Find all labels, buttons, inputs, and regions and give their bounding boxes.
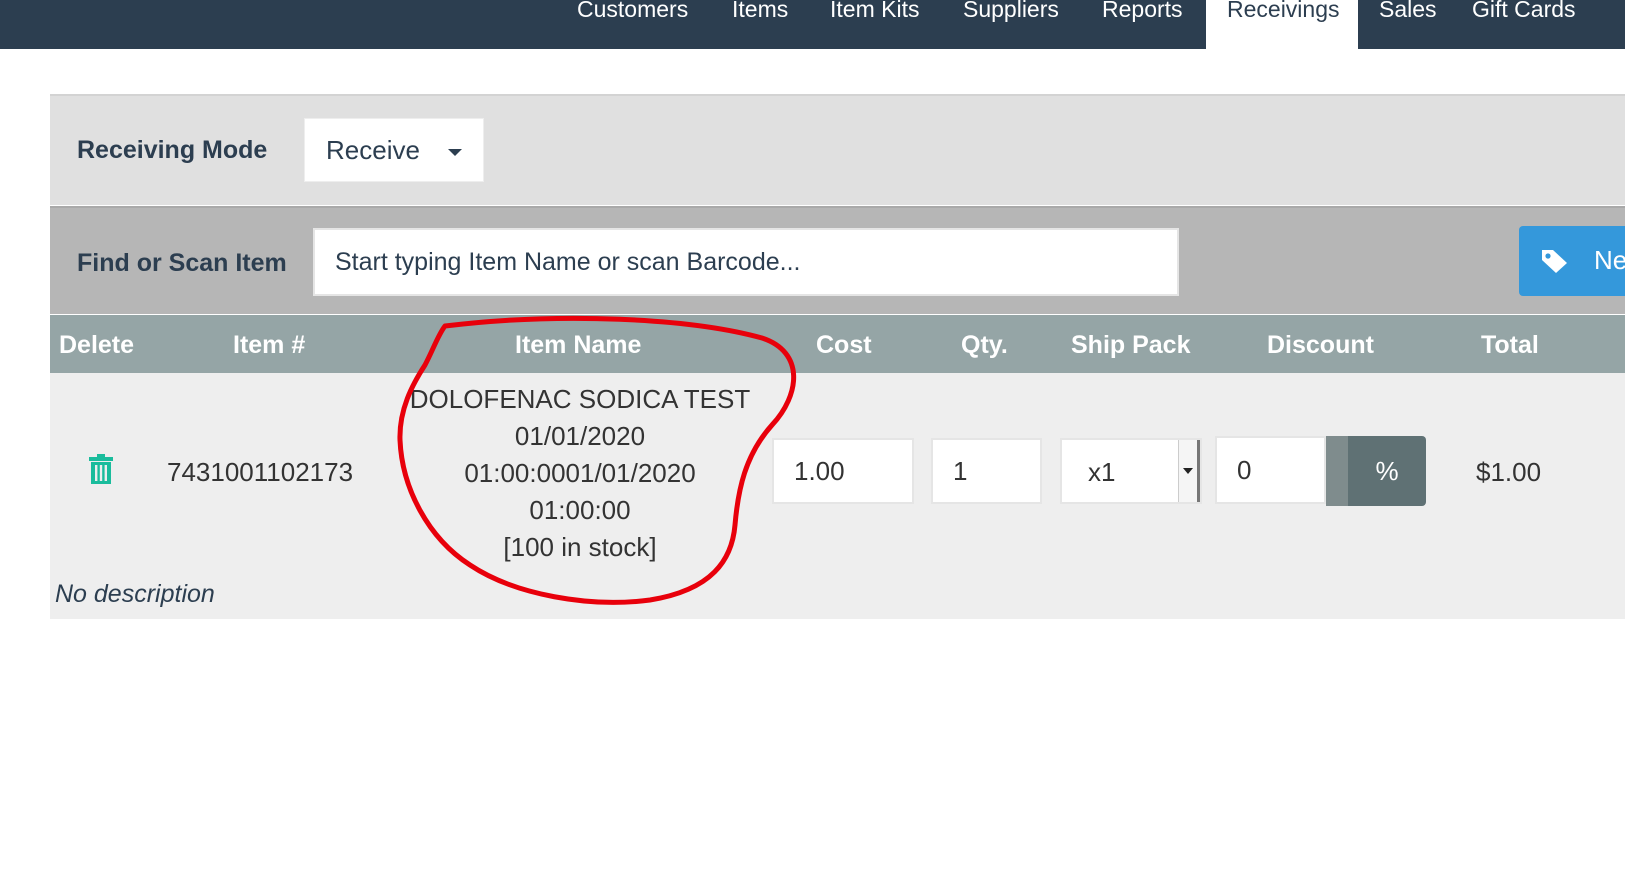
header-qty: Qty. [961,331,1008,359]
nav-receivings-label: Receivings [1227,0,1340,22]
item-name-line: 01:00:00 [529,495,631,525]
receiving-mode-value: Receive [326,135,420,165]
item-search-input[interactable] [313,228,1179,296]
header-total: Total [1481,331,1539,359]
nav-suppliers-label: Suppliers [963,0,1059,22]
header-item-number: Item # [233,331,306,359]
header-discount: Discount [1267,331,1374,359]
nav-gift-cards[interactable]: Gift Cards [1472,0,1625,49]
header-delete: Delete [59,331,135,359]
nav-receivings[interactable]: Receivings [1206,0,1358,49]
receiving-mode-panel: Receiving Mode Receive [50,94,1625,205]
cost-input[interactable] [772,438,914,504]
total-cell: $1.00 [1476,457,1542,487]
receiving-mode-select[interactable]: Receive [304,118,484,182]
ship-pack-select[interactable]: x1 [1060,438,1202,504]
item-name-line: 01:00:0001/01/2020 [464,458,696,488]
tag-icon [1542,250,1567,273]
top-nav: Customers Items Item Kits Suppliers Repo… [0,0,1625,49]
item-description: No description [55,580,215,608]
find-item-panel: Find or Scan Item New Item [50,206,1625,314]
nav-gift-cards-label: Gift Cards [1472,0,1576,22]
receivings-table-header: Delete Item # Item Name Cost Qty. Ship P… [50,315,1625,373]
item-name-line: 01/01/2020 [514,421,646,451]
nav-sales-label: Sales [1379,0,1437,22]
new-item-label: New Item [1594,245,1625,275]
nav-suppliers[interactable]: Suppliers [963,0,1075,49]
nav-customers[interactable]: Customers [577,0,701,49]
nav-item-kits-label: Item Kits [830,0,920,22]
nav-item-kits[interactable]: Item Kits [830,0,936,49]
nav-items-label: Items [732,0,789,22]
discount-input[interactable] [1215,436,1326,504]
item-name-line: DOLOFENAC SODICA TEST [409,384,751,414]
header-item-name: Item Name [515,331,642,359]
dropdown-arrow-icon [1178,440,1200,502]
caret-down-icon [448,149,462,156]
find-item-label: Find or Scan Item [77,249,287,277]
discount-type-toggle[interactable]: % [1326,436,1426,506]
ship-pack-value: x1 [1088,457,1116,487]
stock-count: [100 in stock] [503,532,657,562]
item-name-cell: DOLOFENAC SODICA TEST 01/01/2020 01:00:0… [395,381,765,566]
header-ship-pack: Ship Pack [1071,331,1191,359]
receiving-mode-label: Receiving Mode [77,136,268,164]
header-cost: Cost [816,331,872,359]
nav-items[interactable]: Items [732,0,802,49]
item-number-cell: 7431001102173 [167,457,354,487]
trash-icon[interactable] [89,454,113,484]
nav-sales[interactable]: Sales [1379,0,1449,49]
nav-reports[interactable]: Reports [1102,0,1202,49]
table-row: 7431001102173 DOLOFENAC SODICA TEST 01/0… [50,373,1625,619]
qty-input[interactable] [931,438,1042,504]
nav-customers-label: Customers [577,0,689,22]
new-item-button[interactable]: New Item [1519,226,1625,296]
nav-reports-label: Reports [1102,0,1183,22]
